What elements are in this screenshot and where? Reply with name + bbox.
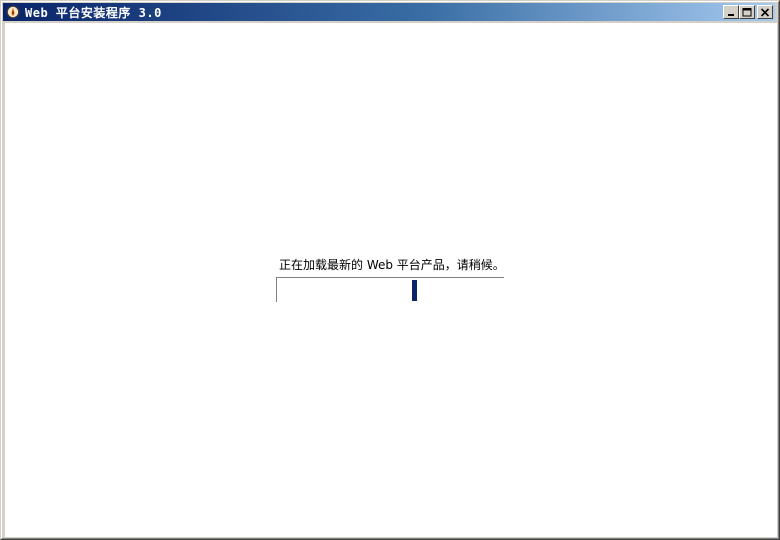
maximize-button[interactable]	[739, 5, 755, 19]
loading-status-text: 正在加载最新的 Web 平台产品，请稍候。	[279, 258, 505, 272]
window-title: Web 平台安装程序 3.0	[25, 5, 162, 20]
web-platform-installer-icon[interactable]	[5, 4, 21, 20]
loading-progress-bar	[276, 277, 504, 302]
close-button[interactable]	[757, 5, 773, 19]
title-bar[interactable]: Web 平台安装程序 3.0	[3, 3, 775, 21]
minimize-icon	[728, 13, 734, 16]
minimize-button[interactable]	[723, 5, 739, 19]
maximize-icon	[742, 7, 752, 16]
close-icon	[760, 7, 770, 17]
installer-window: Web 平台安装程序 3.0 正在加载最新的 Web 平台产品，请稍候。	[0, 0, 780, 540]
client-area: 正在加载最新的 Web 平台产品，请稍候。	[5, 23, 777, 537]
progress-marquee-block	[412, 280, 417, 301]
caption-buttons	[723, 5, 773, 19]
